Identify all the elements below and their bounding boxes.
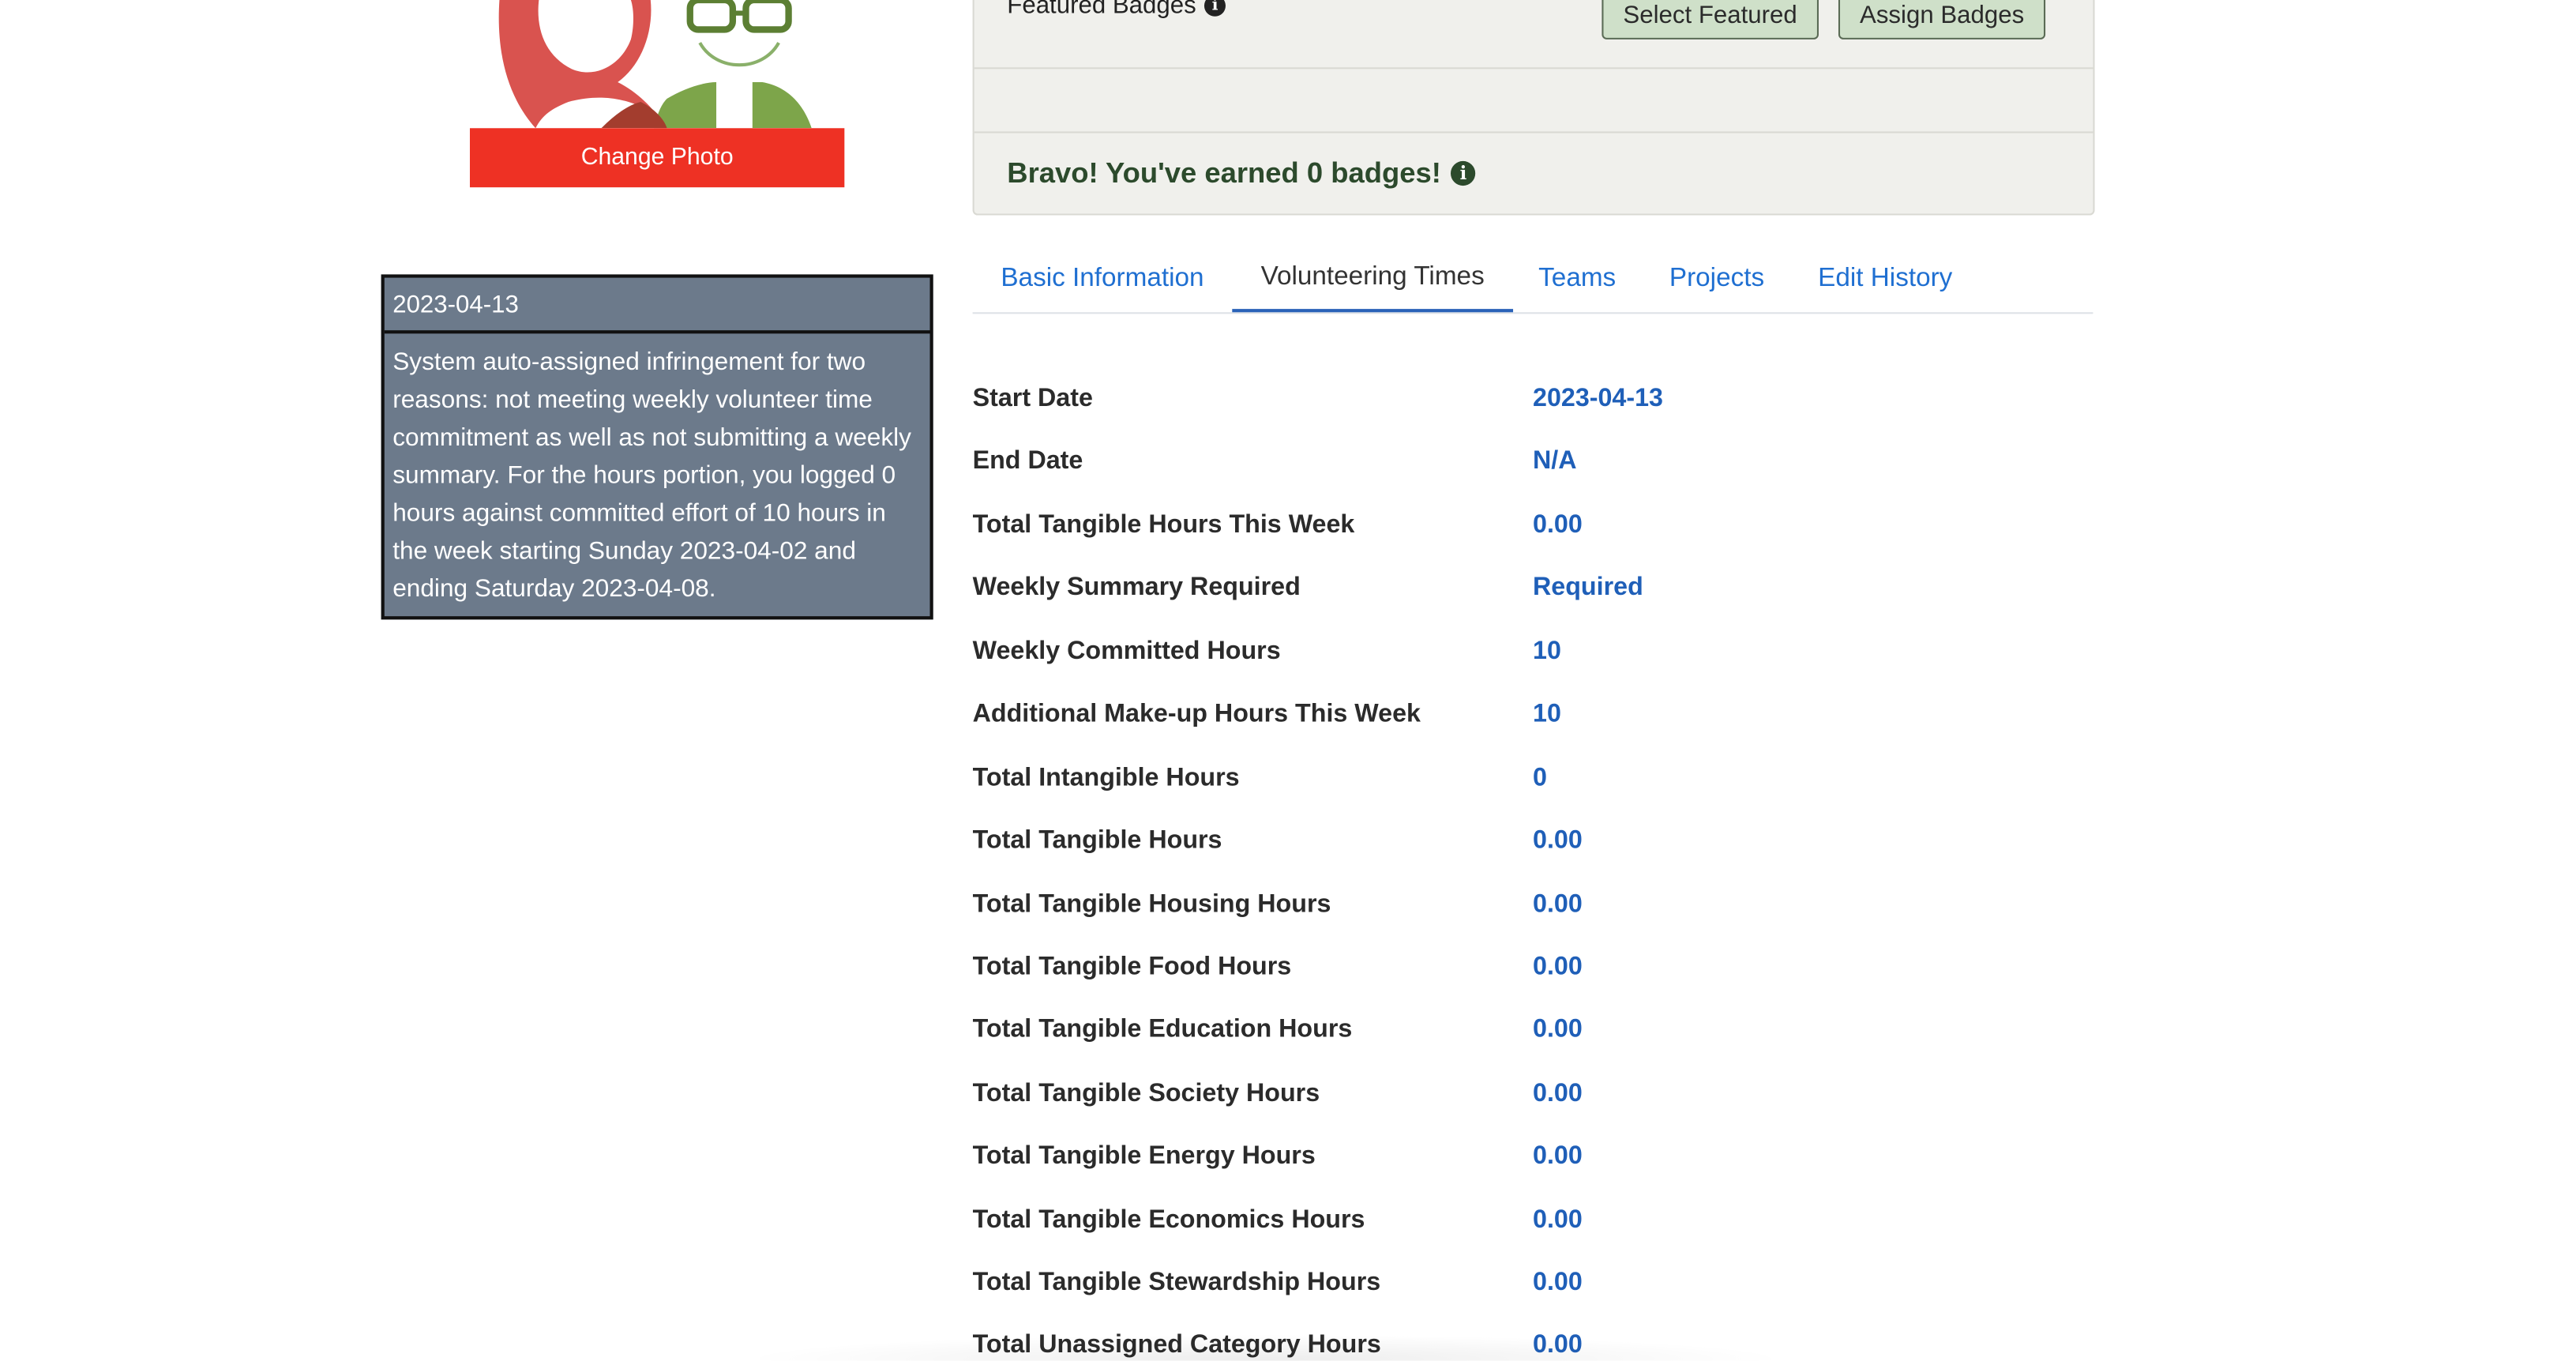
- info-circle-icon[interactable]: i: [1204, 0, 1226, 17]
- detail-row: Total Tangible Society Hours 0.00: [973, 1080, 2093, 1119]
- detail-row: End Date N/A: [973, 447, 2093, 487]
- detail-value[interactable]: 0.00: [1533, 1331, 1583, 1360]
- detail-label: Total Tangible Hours: [972, 826, 1222, 855]
- avatar-illustration: [498, 0, 822, 129]
- detail-label: End Date: [972, 446, 1083, 476]
- detail-value[interactable]: 0.00: [1533, 1269, 1583, 1298]
- detail-value[interactable]: 0.00: [1533, 891, 1583, 920]
- detail-label: Total Tangible Education Hours: [972, 1015, 1353, 1044]
- featured-badges-label: Featured Badges: [1007, 0, 1196, 20]
- detail-label: Start Date: [972, 384, 1093, 413]
- detail-row: Total Tangible Food Hours 0.00: [973, 953, 2093, 993]
- detail-label: Total Tangible Hours This Week: [972, 511, 1355, 540]
- detail-value[interactable]: N/A: [1533, 447, 1577, 476]
- tab-basic-information[interactable]: Basic Information: [973, 246, 1233, 312]
- detail-row: Total Tangible Education Hours 0.00: [973, 1016, 2093, 1055]
- detail-label: Total Tangible Energy Hours: [972, 1141, 1316, 1171]
- detail-value[interactable]: 0: [1533, 764, 1547, 793]
- detail-value[interactable]: 0.00: [1533, 511, 1583, 540]
- featured-badges-title: Featured Badges i: [1007, 0, 1226, 20]
- badges-earned-text: Bravo! You've earned 0 badges!: [1007, 156, 1441, 190]
- tab-projects[interactable]: Projects: [1641, 246, 1792, 312]
- detail-row: Weekly Summary Required Required: [973, 573, 2093, 613]
- detail-row: Total Tangible Energy Hours 0.00: [973, 1142, 2093, 1182]
- detail-label: Total Tangible Economics Hours: [972, 1206, 1365, 1235]
- profile-tabs: Basic Information Volunteering Times Tea…: [972, 246, 2093, 314]
- detail-label: Additional Make-up Hours This Week: [972, 700, 1421, 728]
- detail-value[interactable]: 0.00: [1533, 1080, 1583, 1109]
- select-featured-button[interactable]: Select Featured: [1602, 0, 1819, 39]
- detail-value[interactable]: 2023-04-13: [1533, 385, 1663, 414]
- detail-value[interactable]: 0.00: [1533, 1206, 1583, 1235]
- detail-row: Total Tangible Economics Hours 0.00: [973, 1206, 2093, 1246]
- tab-teams[interactable]: Teams: [1513, 246, 1641, 312]
- assign-badges-button[interactable]: Assign Badges: [1838, 0, 2046, 39]
- detail-value[interactable]: 0.00: [1533, 953, 1583, 983]
- detail-row: Start Date 2023-04-13: [973, 385, 2093, 424]
- info-circle-icon[interactable]: i: [1451, 160, 1476, 186]
- detail-value[interactable]: 10: [1533, 700, 1561, 729]
- detail-label: Weekly Summary Required: [972, 573, 1301, 602]
- detail-row: Total Tangible Hours This Week 0.00: [973, 511, 2093, 551]
- detail-row: Total Intangible Hours 0: [973, 764, 2093, 803]
- profile-avatar: [469, 0, 845, 129]
- detail-label: Total Tangible Society Hours: [972, 1079, 1320, 1108]
- change-photo-button[interactable]: Change Photo: [469, 128, 845, 188]
- tab-volunteering-times[interactable]: Volunteering Times: [1232, 246, 1514, 313]
- badges-card: Featured Badges i Select Featured Assign…: [972, 0, 2095, 216]
- detail-value[interactable]: 10: [1533, 637, 1561, 667]
- detail-label: Total Intangible Hours: [972, 764, 1240, 792]
- detail-row: Total Tangible Stewardship Hours 0.00: [973, 1269, 2093, 1308]
- detail-row: Total Tangible Hours 0.00: [973, 826, 2093, 866]
- detail-value[interactable]: 0.00: [1533, 1142, 1583, 1171]
- tab-edit-history[interactable]: Edit History: [1793, 246, 1978, 312]
- detail-label: Total Tangible Housing Hours: [972, 890, 1331, 919]
- infringement-description: System auto-assigned infringement for tw…: [392, 348, 911, 603]
- detail-label: Total Unassigned Category Hours: [972, 1331, 1381, 1359]
- infringement-date: 2023-04-13: [384, 278, 930, 334]
- detail-value[interactable]: Required: [1533, 573, 1643, 603]
- detail-row: Additional Make-up Hours This Week 10: [973, 700, 2093, 739]
- badges-header: Featured Badges i Select Featured Assign…: [974, 0, 2093, 70]
- badges-earned-message: Bravo! You've earned 0 badges! i: [1007, 156, 1476, 191]
- detail-label: Total Tangible Food Hours: [972, 953, 1292, 981]
- detail-value[interactable]: 0.00: [1533, 826, 1583, 855]
- detail-row: Total Tangible Housing Hours 0.00: [973, 891, 2093, 931]
- detail-row: Total Unassigned Category Hours 0.00: [973, 1331, 2093, 1360]
- detail-value[interactable]: 0.00: [1533, 1016, 1583, 1045]
- detail-row: Weekly Committed Hours 10: [973, 637, 2093, 677]
- detail-label: Weekly Committed Hours: [972, 637, 1281, 666]
- detail-label: Total Tangible Stewardship Hours: [972, 1269, 1381, 1297]
- profile-page: Change Photo 2023-04-13 System auto-assi…: [0, 0, 2576, 1361]
- featured-badges-list: [974, 69, 2093, 133]
- infringement-card: 2023-04-13 System auto-assigned infringe…: [381, 274, 933, 620]
